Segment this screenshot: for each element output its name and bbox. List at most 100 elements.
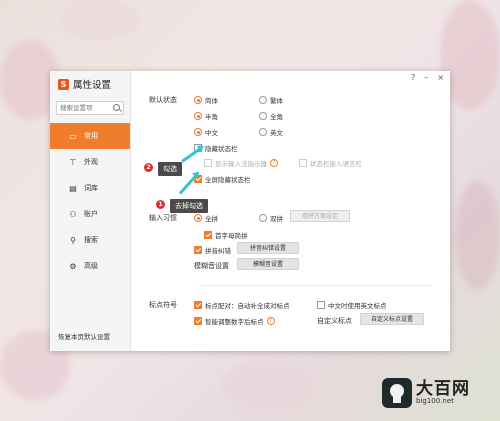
watermark-logo-icon <box>382 378 412 408</box>
checkbox-box <box>194 301 202 309</box>
sidebar-item-label: 搜索 <box>84 236 98 244</box>
shuangpin-scheme-button[interactable]: 双拼方案设定 <box>290 210 350 222</box>
step-1-tooltip: 去掉勾选 <box>170 199 208 213</box>
option-label: 拼音纠错 <box>205 247 231 255</box>
step-2-tooltip: 勾选 <box>158 162 182 176</box>
help-icon[interactable]: ? <box>270 159 278 167</box>
sidebar-item-label: 词库 <box>84 184 98 192</box>
option-label: 中文时使用英文标点 <box>328 302 387 310</box>
option-label: 全角 <box>270 113 283 121</box>
sidebar-item-label: 外观 <box>84 158 98 166</box>
radio-simplified[interactable]: 简体 <box>194 95 218 105</box>
search-box <box>56 101 124 115</box>
checkbox-auto-pair[interactable]: 标点配对：自动补全成对标点 <box>194 300 290 310</box>
checkbox-initial-letter[interactable]: 首字母简拼 <box>204 230 248 240</box>
watermark-text: 大百网 big100.net <box>416 381 470 405</box>
option-label: 半角 <box>205 113 218 121</box>
sidebar-item-dictionary[interactable]: ▤ 词库 <box>50 175 130 201</box>
sidebar-item-label: 账户 <box>84 210 98 218</box>
custom-punct-label: 自定义标点 <box>317 317 352 325</box>
search-input[interactable] <box>57 102 112 114</box>
radio-circle <box>259 112 267 120</box>
sidebar-item-appearance[interactable]: ⊤ 外观 <box>50 149 130 175</box>
watermark-url: big100.net <box>416 397 454 405</box>
option-label: 繁体 <box>270 97 283 105</box>
option-label: 状态栏嵌入语言栏 <box>310 160 362 168</box>
option-label: 英文 <box>270 129 283 137</box>
checkbox-smart-adjust[interactable]: 智能调整数字后标点 ? <box>194 316 275 326</box>
checkbox-box <box>204 159 212 167</box>
blossom-decoration <box>60 0 140 40</box>
radio-circle <box>194 214 202 222</box>
app-title: 属性设置 <box>73 80 112 91</box>
option-label: 隐藏状态栏 <box>205 145 238 153</box>
radio-fullwidth[interactable]: 全角 <box>259 111 283 121</box>
radio-chinese[interactable]: 中文 <box>194 127 218 137</box>
custom-punct-settings-button[interactable]: 自定义标点设置 <box>360 313 424 325</box>
option-label: 简体 <box>205 97 218 105</box>
checkbox-pinyin-correction[interactable]: 拼音纠错 <box>194 245 231 255</box>
blossom-decoration <box>220 360 310 410</box>
sidebar: S 属性设置 ▭ 常用 ⊤ 外观 ▤ 词库 ⚇ 账户 <box>50 71 131 351</box>
checkbox-box <box>299 159 307 167</box>
radio-circle <box>259 96 267 104</box>
option-label: 双拼 <box>270 215 283 223</box>
option-label: 显示输入法指示器 <box>215 160 267 168</box>
search-icon: ⚲ <box>70 235 76 245</box>
sidebar-item-label: 常用 <box>84 132 98 140</box>
sidebar-item-search[interactable]: ⚲ 搜索 <box>50 227 130 253</box>
checkbox-box <box>317 301 325 309</box>
monitor-icon: ▭ <box>69 131 77 141</box>
radio-circle <box>194 112 202 120</box>
user-icon: ⚇ <box>69 209 77 219</box>
divider <box>198 285 432 286</box>
watermark-brand: 大百网 <box>416 379 470 399</box>
book-icon: ▤ <box>69 183 77 193</box>
step-1-badge: 1 <box>156 200 165 209</box>
sidebar-item-label: 高级 <box>84 262 98 270</box>
sidebar-item-account[interactable]: ⚇ 账户 <box>50 201 130 227</box>
checkbox-fullscreen-hide[interactable]: 全屏隐藏状态栏 <box>194 174 251 184</box>
step-2-badge: 2 <box>144 163 153 172</box>
shirt-icon: ⊤ <box>69 157 77 167</box>
radio-shuangpin[interactable]: 双拼 <box>259 213 283 223</box>
checkbox-box <box>194 246 202 254</box>
sidebar-item-common[interactable]: ▭ 常用 <box>50 123 130 149</box>
sidebar-item-advanced[interactable]: ⚙ 高级 <box>50 253 130 279</box>
section-label-default-status: 默认状态 <box>149 96 177 104</box>
option-label: 标点配对：自动补全成对标点 <box>205 302 290 310</box>
section-label-punctuation: 标点符号 <box>149 301 177 309</box>
watermark: 大百网 big100.net <box>382 378 470 408</box>
radio-english[interactable]: 英文 <box>259 127 283 137</box>
option-label: 首字母简拼 <box>215 232 248 240</box>
section-label-input-habit: 输入习惯 <box>149 214 177 222</box>
radio-circle <box>259 128 267 136</box>
gear-icon: ⚙ <box>69 261 77 271</box>
fuzzy-sound-label: 模糊音设置 <box>194 262 229 270</box>
checkbox-box <box>194 317 202 325</box>
checkbox-statusbar-embed[interactable]: 状态栏嵌入语言栏 <box>299 158 362 168</box>
blossom-decoration <box>455 180 500 290</box>
settings-window: S 属性设置 ▭ 常用 ⊤ 外观 ▤ 词库 ⚇ 账户 <box>50 71 450 351</box>
help-icon[interactable]: ? <box>266 317 275 325</box>
option-label: 全拼 <box>205 215 218 223</box>
radio-circle <box>194 128 202 136</box>
reset-defaults-link[interactable]: 恢复本页默认设置 <box>58 331 110 341</box>
search-icon[interactable] <box>113 104 120 111</box>
fuzzy-sound-settings-button[interactable]: 模糊音设置 <box>237 258 299 270</box>
radio-quanpin[interactable]: 全拼 <box>194 213 218 223</box>
radio-circle <box>194 96 202 104</box>
checkbox-box <box>204 231 212 239</box>
option-label: 全屏隐藏状态栏 <box>205 176 251 184</box>
radio-halfwidth[interactable]: 半角 <box>194 111 218 121</box>
option-label: 智能调整数字后标点 <box>205 318 264 326</box>
option-label: 中文 <box>205 129 218 137</box>
checkbox-show-ime-indicator[interactable]: 显示输入法指示器 ? <box>204 158 278 168</box>
app-header: S 属性设置 <box>58 77 111 91</box>
sidebar-nav: ▭ 常用 ⊤ 外观 ▤ 词库 ⚇ 账户 ⚲ 搜索 ⚙ 高级 <box>50 123 130 279</box>
checkbox-cn-use-en-punct[interactable]: 中文时使用英文标点 <box>317 300 387 310</box>
radio-circle <box>259 214 267 222</box>
sogou-logo-icon: S <box>58 78 69 90</box>
pinyin-correction-settings-button[interactable]: 拼音纠错设置 <box>237 242 299 254</box>
radio-traditional[interactable]: 繁体 <box>259 95 283 105</box>
